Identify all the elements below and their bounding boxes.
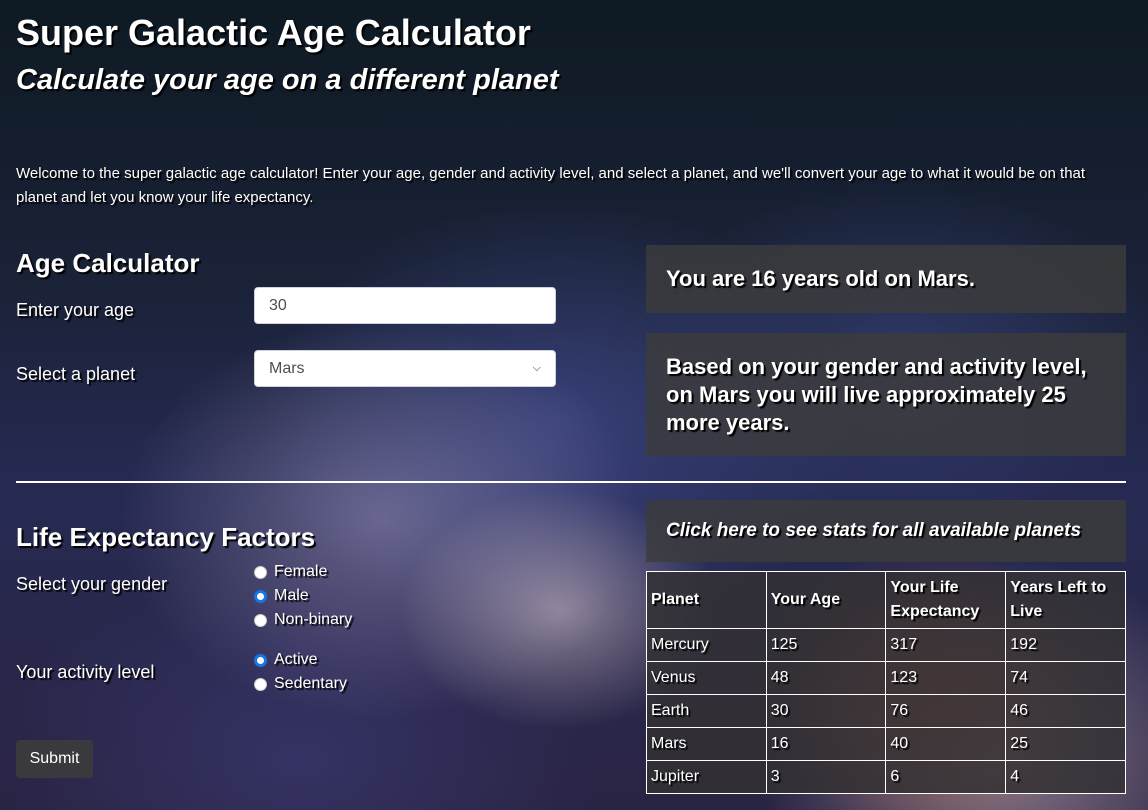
table-header-row: Planet Your Age Your Life Expectancy Yea… xyxy=(646,571,1126,629)
table-cell: 46 xyxy=(1005,694,1126,728)
age-input[interactable]: 30 xyxy=(254,287,556,324)
age-input-value: 30 xyxy=(269,296,287,314)
activity-label: Your activity level xyxy=(16,662,155,682)
table-cell: Mars xyxy=(646,727,767,761)
radio-checked-icon[interactable] xyxy=(254,589,267,603)
table-cell: Mercury xyxy=(646,628,767,662)
page-subtitle: Calculate your age on a different planet xyxy=(16,64,559,96)
gender-radio-male[interactable]: Male xyxy=(254,584,309,608)
life-factors-heading: Life Expectancy Factors xyxy=(16,522,316,552)
table-cell: Jupiter xyxy=(646,760,767,794)
table-cell: 25 xyxy=(1005,727,1126,761)
column-header: Planet xyxy=(646,571,767,629)
submit-button[interactable]: Submit xyxy=(16,740,93,778)
table-row: Jupiter 3 6 4 xyxy=(646,760,1126,794)
activity-radio-active[interactable]: Active xyxy=(254,648,318,672)
table-cell: 123 xyxy=(885,661,1007,695)
age-calculator-heading: Age Calculator xyxy=(16,248,200,278)
planet-select[interactable]: Mars ⌵ xyxy=(254,350,556,387)
table-cell: 16 xyxy=(765,727,887,761)
radio-checked-icon[interactable] xyxy=(254,653,267,667)
age-result: You are 16 years old on Mars. xyxy=(646,245,1126,313)
table-cell: Venus xyxy=(646,661,767,695)
table-row: Mars 16 40 25 xyxy=(646,727,1126,761)
radio-label: Female xyxy=(274,563,328,580)
column-header: Your Life Expectancy xyxy=(885,571,1007,629)
planet-label: Select a planet xyxy=(16,364,136,384)
chevron-down-icon: ⌵ xyxy=(532,362,541,374)
divider xyxy=(16,481,1126,483)
age-label: Enter your age xyxy=(16,300,135,320)
table-cell: 192 xyxy=(1005,628,1126,662)
intro-text: Welcome to the super galactic age calcul… xyxy=(16,165,1086,206)
radio-icon[interactable] xyxy=(254,677,267,691)
table-row: Venus 48 123 74 xyxy=(646,661,1126,695)
table-cell: 317 xyxy=(885,628,1007,662)
table-row: Earth 30 76 46 xyxy=(646,694,1126,728)
table-cell: 3 xyxy=(765,760,887,794)
page-title: Super Galactic Age Calculator xyxy=(16,12,531,53)
table-row: Mercury 125 317 192 xyxy=(646,628,1126,662)
planet-select-value: Mars xyxy=(269,359,305,377)
life-expectancy-result: Based on your gender and activity level,… xyxy=(646,333,1126,456)
radio-label: Sedentary xyxy=(274,675,347,692)
table-cell: 125 xyxy=(765,628,887,662)
radio-label: Non-binary xyxy=(274,611,353,628)
table-cell: Earth xyxy=(646,694,767,728)
table-cell: 76 xyxy=(885,694,1007,728)
column-header: Years Left to Live xyxy=(1005,571,1126,629)
table-cell: 4 xyxy=(1005,760,1126,794)
show-all-planets-toggle[interactable]: Click here to see stats for all availabl… xyxy=(646,500,1126,562)
gender-radio-female[interactable]: Female xyxy=(254,560,327,584)
table-cell: 30 xyxy=(765,694,887,728)
activity-radio-sedentary[interactable]: Sedentary xyxy=(254,672,347,696)
table-cell: 40 xyxy=(885,727,1007,761)
table-cell: 6 xyxy=(885,760,1007,794)
table-cell: 48 xyxy=(765,661,887,695)
radio-icon[interactable] xyxy=(254,565,267,579)
column-header: Your Age xyxy=(765,571,887,629)
planet-stats-table: Planet Your Age Your Life Expectancy Yea… xyxy=(646,571,1126,794)
table-cell: 74 xyxy=(1005,661,1126,695)
radio-icon[interactable] xyxy=(254,613,267,627)
gender-radio-non-binary[interactable]: Non-binary xyxy=(254,608,352,632)
radio-label: Active xyxy=(274,651,318,668)
gender-label: Select your gender xyxy=(16,574,168,594)
radio-label: Male xyxy=(274,587,309,604)
